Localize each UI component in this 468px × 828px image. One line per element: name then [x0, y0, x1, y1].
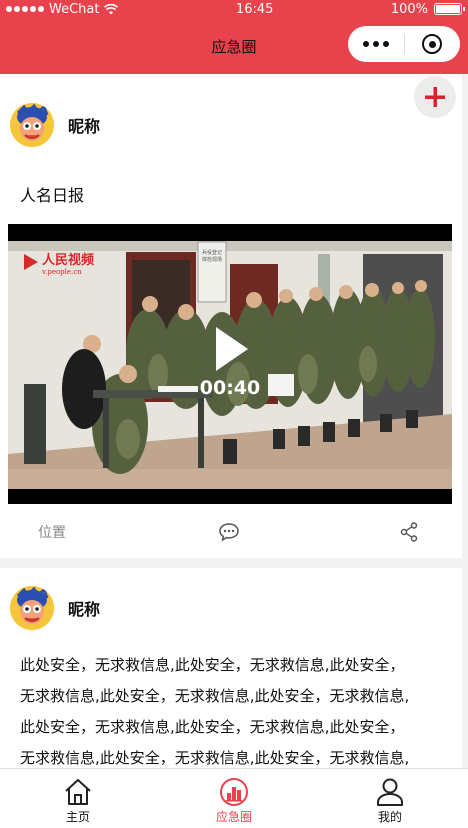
- share-button[interactable]: [400, 522, 418, 546]
- carrier-label: WeChat: [49, 1, 100, 17]
- video-player[interactable]: 人民视频 v.people.cn 兵役登记 体检现场 00:40: [8, 224, 452, 504]
- status-bar: WeChat 16:45 100%: [0, 0, 468, 18]
- tab-label: 主页: [65, 810, 90, 824]
- tab-home[interactable]: 主页: [0, 769, 156, 828]
- post-text-line: 无求救信息,此处安全，无求救信息,此处安全，无求救信息,: [20, 749, 410, 767]
- play-icon: [216, 327, 248, 371]
- feed[interactable]: 昵称 人名日报 人民视频 v.people.cn 兵役登记 体检现场 00:40…: [0, 74, 468, 768]
- post-text-line: 此处安全，无求救信息,此处安全，无求救信息,此处安全，: [20, 718, 405, 736]
- tab-emergency-circle[interactable]: 应急圈: [156, 769, 312, 828]
- post-actions: 位置: [0, 512, 462, 552]
- more-dots-icon: [362, 41, 369, 47]
- post-text: 人名日报: [20, 186, 85, 205]
- add-post-button[interactable]: [414, 76, 456, 118]
- play-button[interactable]: [208, 319, 252, 379]
- tab-label: 应急圈: [215, 810, 252, 824]
- plus-icon: [425, 87, 445, 107]
- emergency-circle-icon: [220, 778, 248, 806]
- wifi-icon: [104, 3, 119, 14]
- tab-label: 我的: [377, 810, 402, 824]
- battery-icon: [434, 3, 465, 15]
- watermark: 人民视频 v.people.cn: [42, 253, 95, 276]
- nickname[interactable]: 昵称: [68, 596, 100, 620]
- avatar[interactable]: [10, 103, 54, 147]
- post-author: 昵称: [10, 568, 452, 632]
- post-text-line: 无求救信息,此处安全，无求救信息,此处安全，无求救信息,: [20, 687, 410, 705]
- share-icon: [400, 522, 418, 542]
- post-author: 昵称: [10, 74, 452, 149]
- nickname[interactable]: 昵称: [68, 113, 100, 137]
- video-duration: 00:40: [199, 377, 261, 399]
- nav-bar: 应急圈: [0, 18, 468, 74]
- tab-bar: 主页 应急圈 我的: [0, 768, 468, 828]
- post-card: 昵称 人名日报 人民视频 v.people.cn 兵役登记 体检现场 00:40…: [0, 74, 462, 558]
- battery-percent: 100%: [390, 1, 428, 17]
- location-label[interactable]: 位置: [38, 522, 66, 542]
- comment-icon: [219, 523, 239, 542]
- clock: 16:45: [235, 1, 274, 17]
- mini-program-capsule: [348, 26, 460, 62]
- post-text-line: 此处安全，无求救信息,此处安全，无求救信息,此处安全，: [20, 656, 405, 674]
- more-menu-button[interactable]: [348, 41, 404, 47]
- avatar[interactable]: [10, 586, 54, 630]
- signal-icon: [6, 6, 44, 12]
- person-icon: [377, 778, 403, 806]
- page-title: 应急圈: [211, 37, 257, 56]
- home-icon: [65, 779, 91, 805]
- post-text: 此处安全，无求救信息,此处安全，无求救信息,此处安全， 无求救信息,此处安全，无…: [10, 632, 452, 768]
- target-icon: [422, 34, 443, 54]
- post-card: 昵称 此处安全，无求救信息,此处安全，无求救信息,此处安全， 无求救信息,此处安…: [0, 568, 462, 768]
- comment-button[interactable]: [218, 522, 240, 546]
- tab-mine[interactable]: 我的: [312, 769, 468, 828]
- sign-text: 兵役登记 体检现场: [202, 250, 223, 263]
- card-divider: [0, 558, 468, 568]
- close-mini-program-button[interactable]: [404, 34, 460, 54]
